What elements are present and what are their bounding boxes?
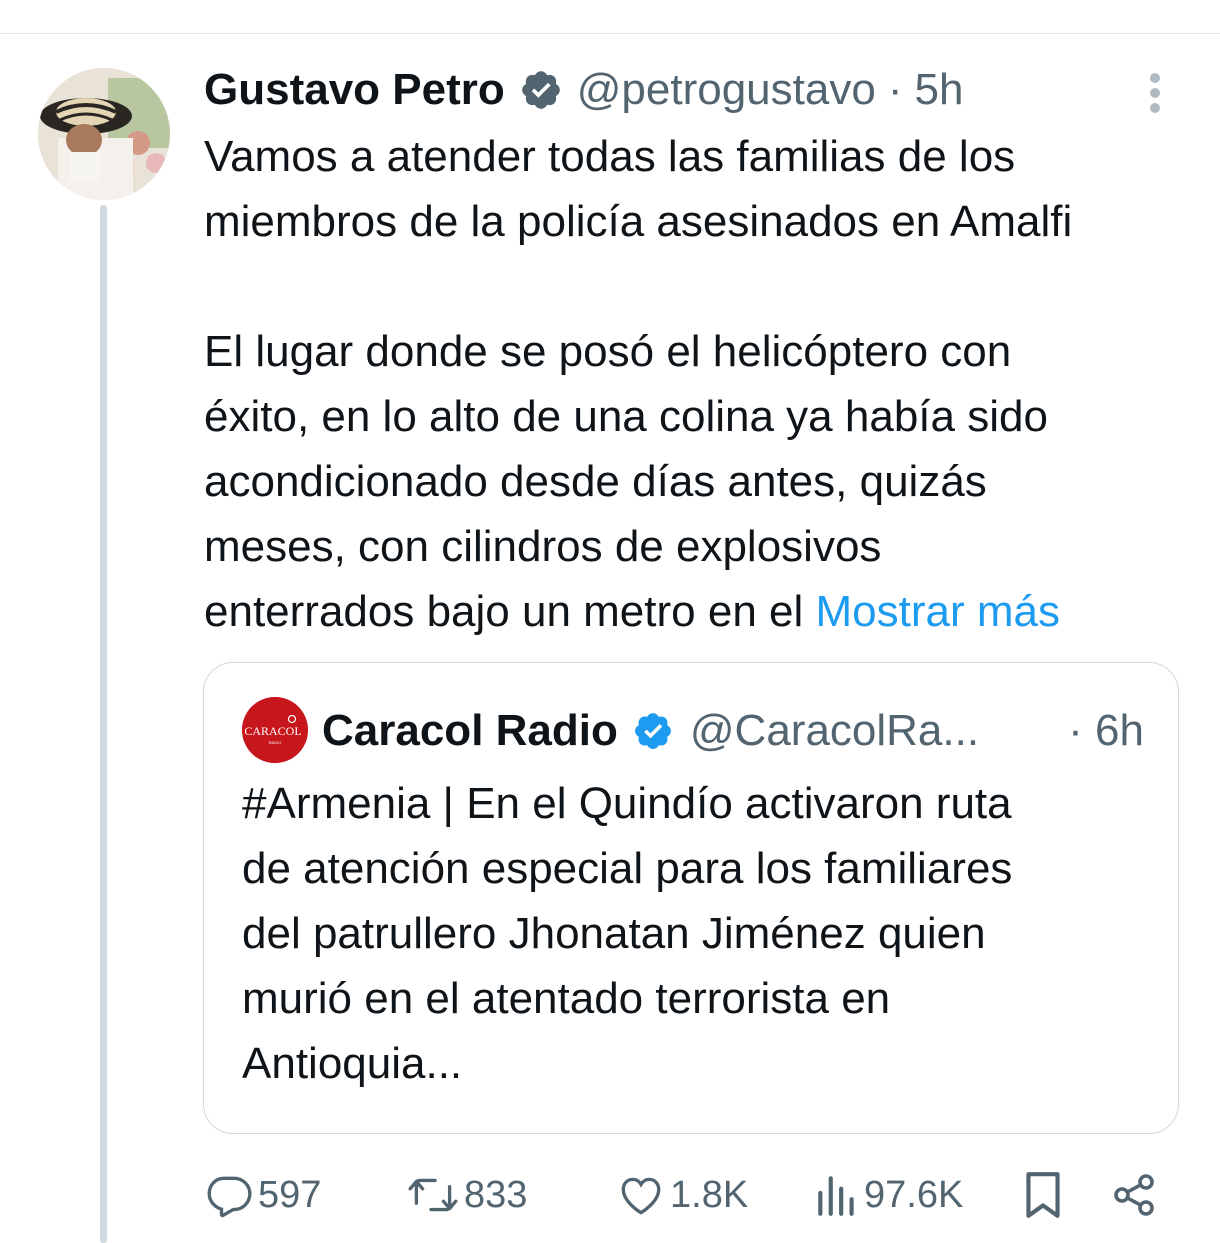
action-bar: 597 833 1.8K 97.6K [0, 1160, 1220, 1230]
bookmark-icon [1020, 1168, 1066, 1222]
reply-button[interactable]: 597 [204, 1160, 321, 1230]
heart-icon [616, 1170, 666, 1220]
reply-icon [204, 1170, 254, 1220]
quote-line: del patrullero Jhonatan Jiménez quien [242, 909, 986, 958]
repost-icon [406, 1170, 460, 1220]
bookmark-button[interactable] [1020, 1160, 1066, 1230]
tweet-line-text: enterrados bajo un metro en el [204, 587, 816, 636]
share-button[interactable] [1110, 1160, 1158, 1230]
quote-author-handle[interactable]: @CaracolRa... [690, 706, 979, 756]
repost-button[interactable]: 833 [406, 1160, 527, 1230]
quote-author-name[interactable]: Caracol Radio [322, 706, 618, 756]
tweet-line: El lugar donde se posó el helicóptero co… [204, 327, 1012, 376]
logo-text: CARACOL [244, 724, 301, 738]
tweet-page: Gustavo Petro @petrogustavo · 5h Vamos a… [0, 0, 1220, 1243]
show-more-link[interactable]: Mostrar más [816, 587, 1060, 636]
quote-text: #Armenia | En el Quindío activaron ruta … [242, 771, 1142, 1096]
quote-line: de atención especial para los familiares [242, 844, 1013, 893]
tweet-time[interactable]: 5h [914, 65, 963, 115]
quote-header: Caracol Radio @CaracolRa... · 6h [322, 701, 1144, 761]
author-avatar[interactable] [38, 68, 170, 200]
quote-line: murió en el atentado terrorista en [242, 974, 891, 1023]
reply-count: 597 [258, 1173, 322, 1216]
tweet-line-last: enterrados bajo un metro en el Mostrar m… [204, 579, 1204, 644]
verified-badge-icon [632, 710, 674, 752]
more-options-icon[interactable] [1140, 70, 1170, 116]
like-button[interactable]: 1.8K [616, 1160, 748, 1230]
tweet-line: miembros de la policía asesinados en Ama… [204, 197, 1073, 246]
share-icon [1110, 1170, 1158, 1220]
tweet-line: meses, con cilindros de explosivos [204, 522, 882, 571]
quote-author-avatar[interactable]: CARACOL RADIO [242, 697, 308, 763]
author-handle[interactable]: @petrogustavo [577, 65, 876, 115]
thread-line [100, 205, 107, 1243]
verified-badge-icon [519, 68, 563, 112]
views-count: 97.6K [864, 1173, 964, 1216]
caracol-logo: CARACOL RADIO [242, 697, 308, 763]
quoted-tweet[interactable]: CARACOL RADIO Caracol Radio @CaracolRa..… [203, 662, 1179, 1134]
author-name[interactable]: Gustavo Petro [204, 65, 505, 115]
like-count: 1.8K [670, 1173, 749, 1216]
separator: · [887, 65, 903, 114]
tweet-line: Vamos a atender todas las familias de lo… [204, 132, 1016, 181]
views-button[interactable]: 97.6K [814, 1160, 963, 1230]
quote-line: #Armenia | En el Quindío activaron ruta [242, 779, 1012, 828]
tweet-header: Gustavo Petro @petrogustavo · 5h [204, 62, 963, 118]
quote-line: Antioquia... [242, 1039, 463, 1088]
tweet-text: Vamos a atender todas las familias de lo… [204, 124, 1204, 644]
repost-count: 833 [464, 1173, 528, 1216]
quote-time[interactable]: · 6h [1068, 706, 1144, 756]
views-chart-icon [814, 1170, 860, 1220]
divider [0, 33, 1220, 34]
tweet-line: acondicionado desde días antes, quizás [204, 457, 987, 506]
tweet-line: éxito, en lo alto de una colina ya había… [204, 392, 1048, 441]
avatar-image [38, 68, 170, 200]
logo-subtext: RADIO [269, 740, 282, 745]
